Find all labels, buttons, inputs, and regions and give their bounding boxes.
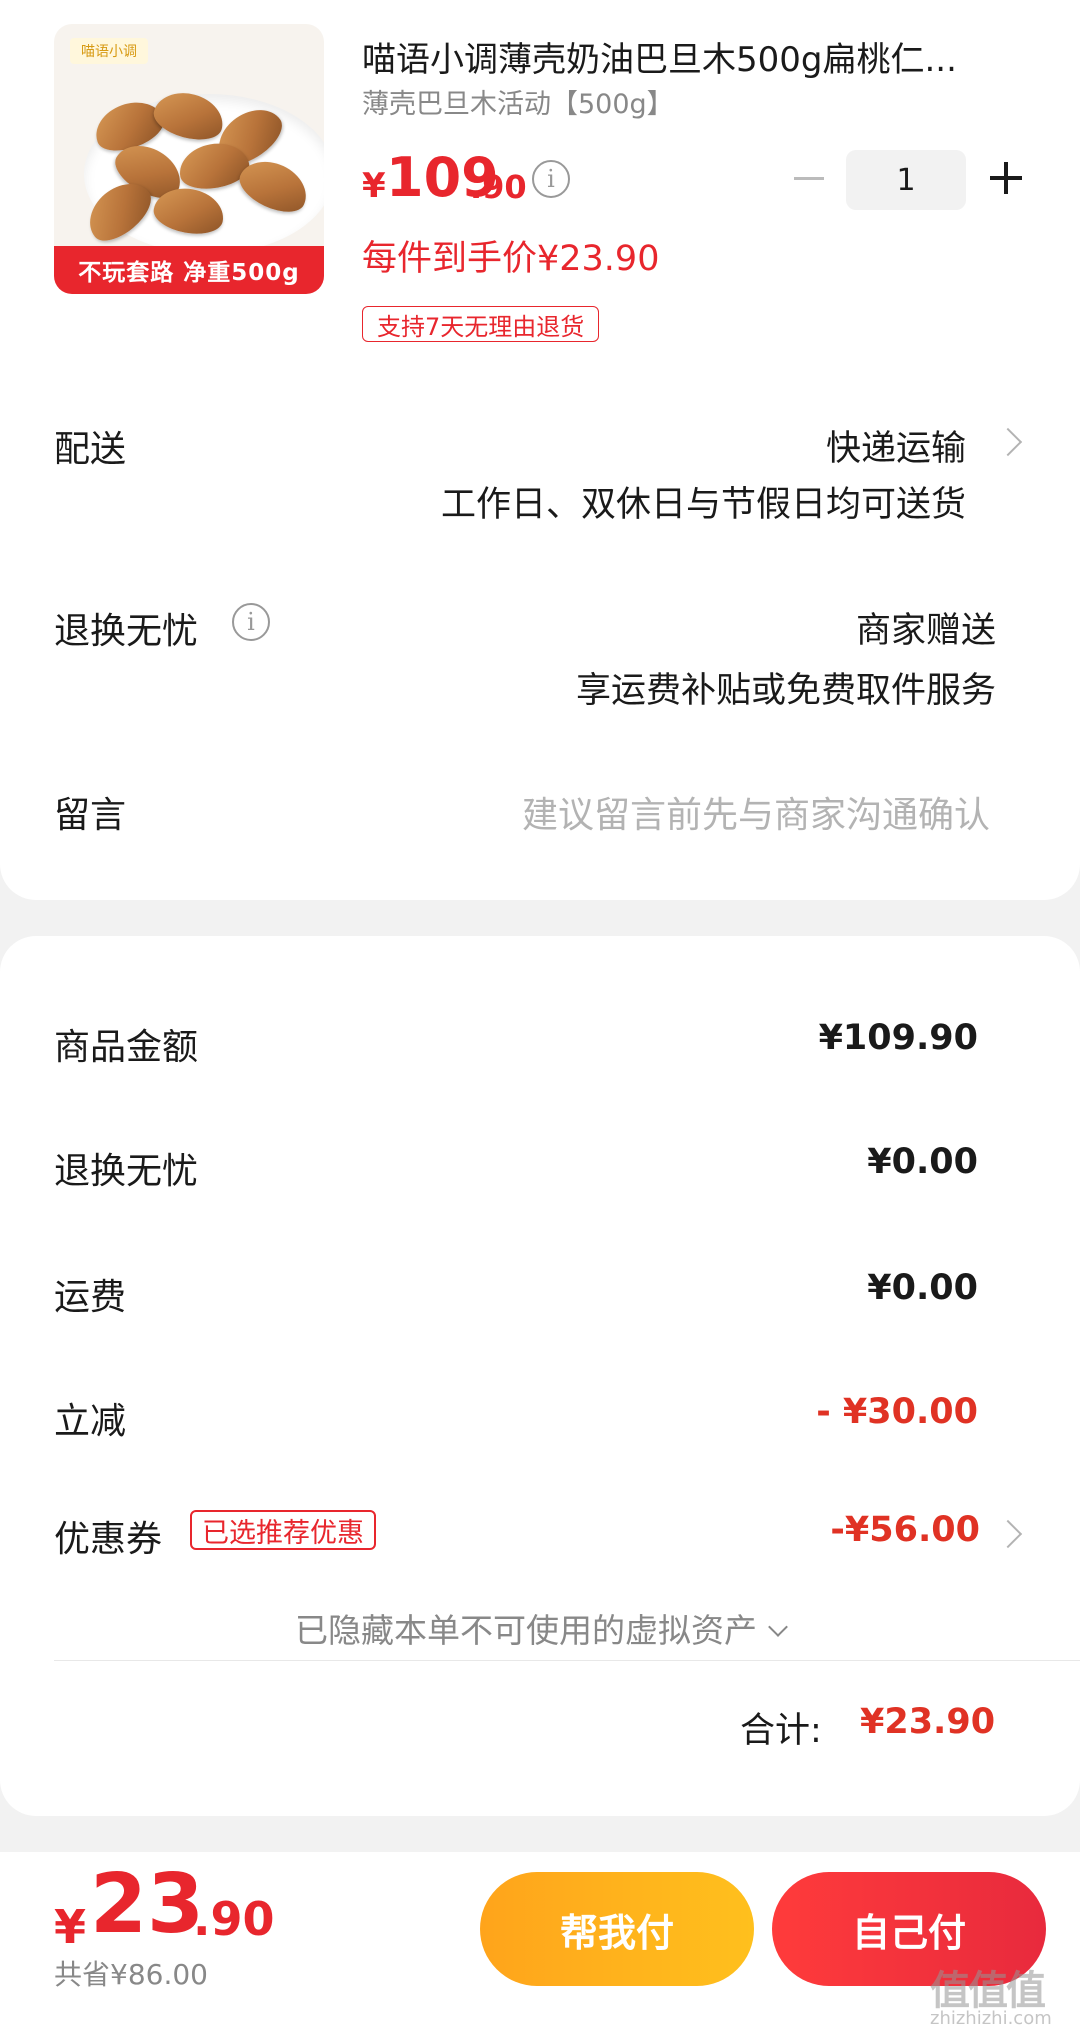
delivery-method[interactable]: 快递运输 [826, 420, 966, 471]
hidden-assets-toggle[interactable]: 已隐藏本单不可使用的虚拟资产 [0, 1604, 1080, 1652]
summary-label-discount: 立减 [54, 1401, 127, 1442]
delivery-label: 配送 [54, 429, 127, 470]
help-me-pay-button[interactable]: 帮我付 [480, 1872, 754, 1986]
quantity-input[interactable]: 1 [846, 150, 966, 210]
final-price-per-item: 每件到手价¥23.90 [362, 239, 660, 279]
coupon-selected-tag[interactable]: 已选推荐优惠 [190, 1510, 376, 1550]
message-input[interactable]: 建议留言前先与商家沟通确认 [522, 786, 990, 838]
return-service-provider: 商家赠送 [855, 611, 996, 651]
return-service-label: 退换无忧 [54, 611, 199, 652]
price-currency: ¥ [362, 166, 386, 206]
hidden-assets-text: 已隐藏本单不可使用的虚拟资产 [295, 1611, 757, 1650]
watermark-url: zhizhizhi.com [930, 2008, 1052, 2029]
product-variant[interactable]: 薄壳巴旦木活动【500g】 [362, 82, 674, 121]
summary-value-return: ¥0.00 [867, 1142, 978, 1182]
order-product-card: 喵语小调 不玩套路 净重500g 喵语小调薄壳奶油巴旦木500g扁桃仁... 薄… [0, 0, 1080, 900]
brand-logo: 喵语小调 [70, 38, 148, 64]
summary-label-coupon: 优惠券 [54, 1519, 163, 1560]
return-service-info-icon[interactable]: i [232, 603, 270, 641]
return-service-note: 享运费补贴或免费取件服务 [575, 671, 996, 711]
summary-value-shipping: ¥0.00 [867, 1268, 978, 1308]
summary-value-goods: ¥109.90 [818, 1018, 978, 1058]
price-info-icon[interactable]: i [532, 160, 570, 198]
quantity-decrease-button[interactable] [790, 160, 826, 196]
delivery-note: 工作日、双休日与节假日均可送货 [440, 485, 966, 525]
summary-value-coupon[interactable]: -¥56.00 [830, 1510, 980, 1550]
checkout-saved-amount: 共省¥86.00 [54, 1958, 208, 1991]
checkout-price-decimal: .90 [193, 1892, 275, 1946]
chevron-right-icon[interactable] [993, 427, 1023, 457]
thumbnail-banner: 不玩套路 净重500g [54, 246, 324, 294]
return-policy-tag: 支持7天无理由退货 [362, 306, 600, 342]
message-label: 留言 [54, 795, 127, 836]
summary-label-goods: 商品金额 [54, 1027, 199, 1068]
product-thumbnail[interactable]: 喵语小调 不玩套路 净重500g [54, 24, 324, 294]
summary-divider [54, 1660, 1080, 1661]
summary-value-discount: - ¥30.00 [816, 1392, 978, 1432]
checkout-price-currency: ¥ [54, 1900, 87, 1954]
chevron-down-icon [768, 1617, 788, 1637]
total-value: ¥23.90 [860, 1702, 996, 1742]
price-decimal: .90 [470, 168, 527, 206]
product-title[interactable]: 喵语小调薄壳奶油巴旦木500g扁桃仁... [362, 32, 1032, 81]
total-label: 合计: [740, 1711, 822, 1751]
summary-label-shipping: 运费 [54, 1277, 127, 1318]
quantity-increase-button[interactable] [988, 160, 1024, 196]
checkout-price-integer: 23 [90, 1857, 205, 1952]
summary-label-return: 退换无忧 [54, 1151, 199, 1192]
